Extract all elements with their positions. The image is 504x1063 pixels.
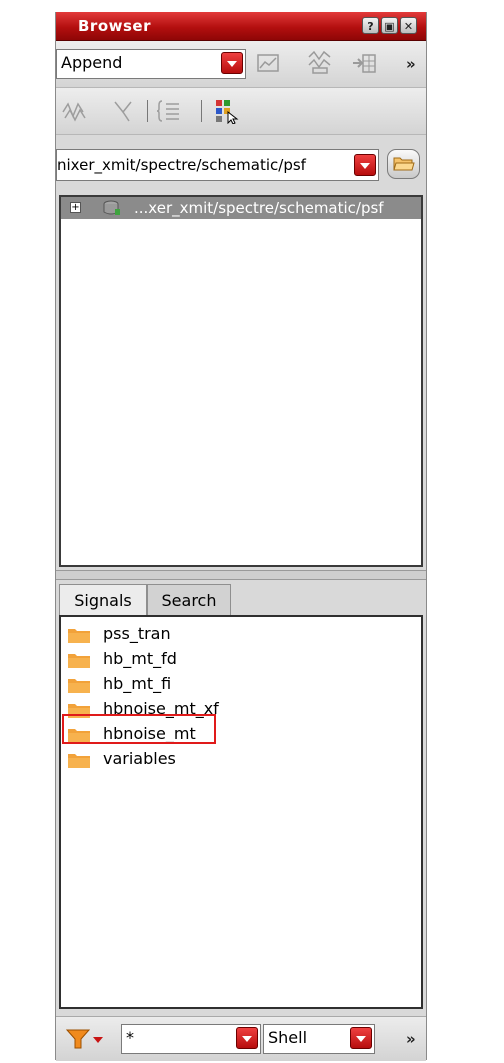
mode-value: Append (61, 53, 123, 72)
branch-icon[interactable] (111, 98, 137, 124)
expand-toggle[interactable]: + (70, 202, 81, 213)
shell-dropdown-button[interactable] (350, 1027, 372, 1049)
mode-dropdown-button[interactable] (221, 52, 243, 74)
browser-panel: Browser ? ▣ ✕ Append » nixer_xmit/spectr… (55, 12, 427, 1061)
signal-label: hb_mt_fi (103, 674, 172, 693)
title-bar: Browser ? ▣ ✕ (56, 12, 426, 41)
path-combo[interactable]: nixer_xmit/spectre/schematic/psf (56, 149, 379, 181)
tab-signals[interactable]: Signals (59, 584, 147, 616)
tree-row[interactable]: + ...xer_xmit/spectre/schematic/psf (61, 197, 421, 219)
stacked-waves-icon[interactable] (307, 49, 333, 75)
select-grid-icon[interactable] (214, 98, 240, 124)
list-item[interactable]: hb_mt_fd (61, 648, 391, 672)
shell-combo[interactable]: Shell (263, 1024, 375, 1054)
filter-dropdown-icon[interactable] (93, 1037, 103, 1043)
export-table-icon[interactable] (351, 51, 377, 77)
pane-splitter[interactable] (56, 570, 426, 580)
filter-icon[interactable] (66, 1028, 90, 1050)
folder-icon (68, 679, 90, 693)
highlight-box (62, 714, 216, 744)
close-button[interactable]: ✕ (400, 17, 417, 34)
toolbar-second (56, 88, 426, 135)
restore-button[interactable]: ▣ (381, 17, 398, 34)
filter-combo-dropdown-button[interactable] (236, 1027, 258, 1049)
wave-icon[interactable] (61, 98, 87, 124)
signal-label: variables (103, 749, 176, 768)
folder-icon (68, 754, 90, 768)
filter-combo[interactable]: * (121, 1024, 261, 1054)
toolbar-separator (147, 100, 148, 122)
tree-item-label: ...xer_xmit/spectre/schematic/psf (134, 199, 384, 217)
mode-combo[interactable]: Append (56, 49, 246, 79)
toolbar-top: Append » (56, 41, 426, 88)
new-graph-icon[interactable] (255, 51, 281, 77)
signal-label: pss_tran (103, 624, 171, 643)
filter-value: * (126, 1028, 134, 1047)
folder-icon (68, 629, 90, 643)
filter-bar: * Shell » (56, 1016, 426, 1061)
tab-search[interactable]: Search (147, 584, 231, 616)
signal-label: hb_mt_fd (103, 649, 177, 668)
open-folder-icon (393, 157, 415, 171)
toolbar-overflow-button[interactable]: » (406, 55, 416, 73)
signals-list: pss_tran hb_mt_fd hb_mt_fi hbnoise_mt_xf… (59, 615, 423, 1009)
window-title: Browser (78, 17, 151, 35)
help-button[interactable]: ? (362, 17, 379, 34)
list-icon[interactable] (157, 98, 183, 124)
list-item[interactable]: pss_tran (61, 623, 391, 647)
list-item[interactable]: hb_mt_fi (61, 673, 391, 697)
open-folder-button[interactable] (387, 149, 420, 179)
results-tree[interactable]: + ...xer_xmit/spectre/schematic/psf (59, 195, 423, 567)
list-item[interactable]: variables (61, 748, 391, 772)
bottom-overflow-button[interactable]: » (406, 1030, 416, 1048)
folder-icon (68, 654, 90, 668)
path-dropdown-button[interactable] (354, 154, 376, 176)
database-icon (103, 200, 120, 215)
toolbar-separator (201, 100, 202, 122)
shell-value: Shell (268, 1028, 308, 1047)
path-value: nixer_xmit/spectre/schematic/psf (57, 156, 306, 174)
